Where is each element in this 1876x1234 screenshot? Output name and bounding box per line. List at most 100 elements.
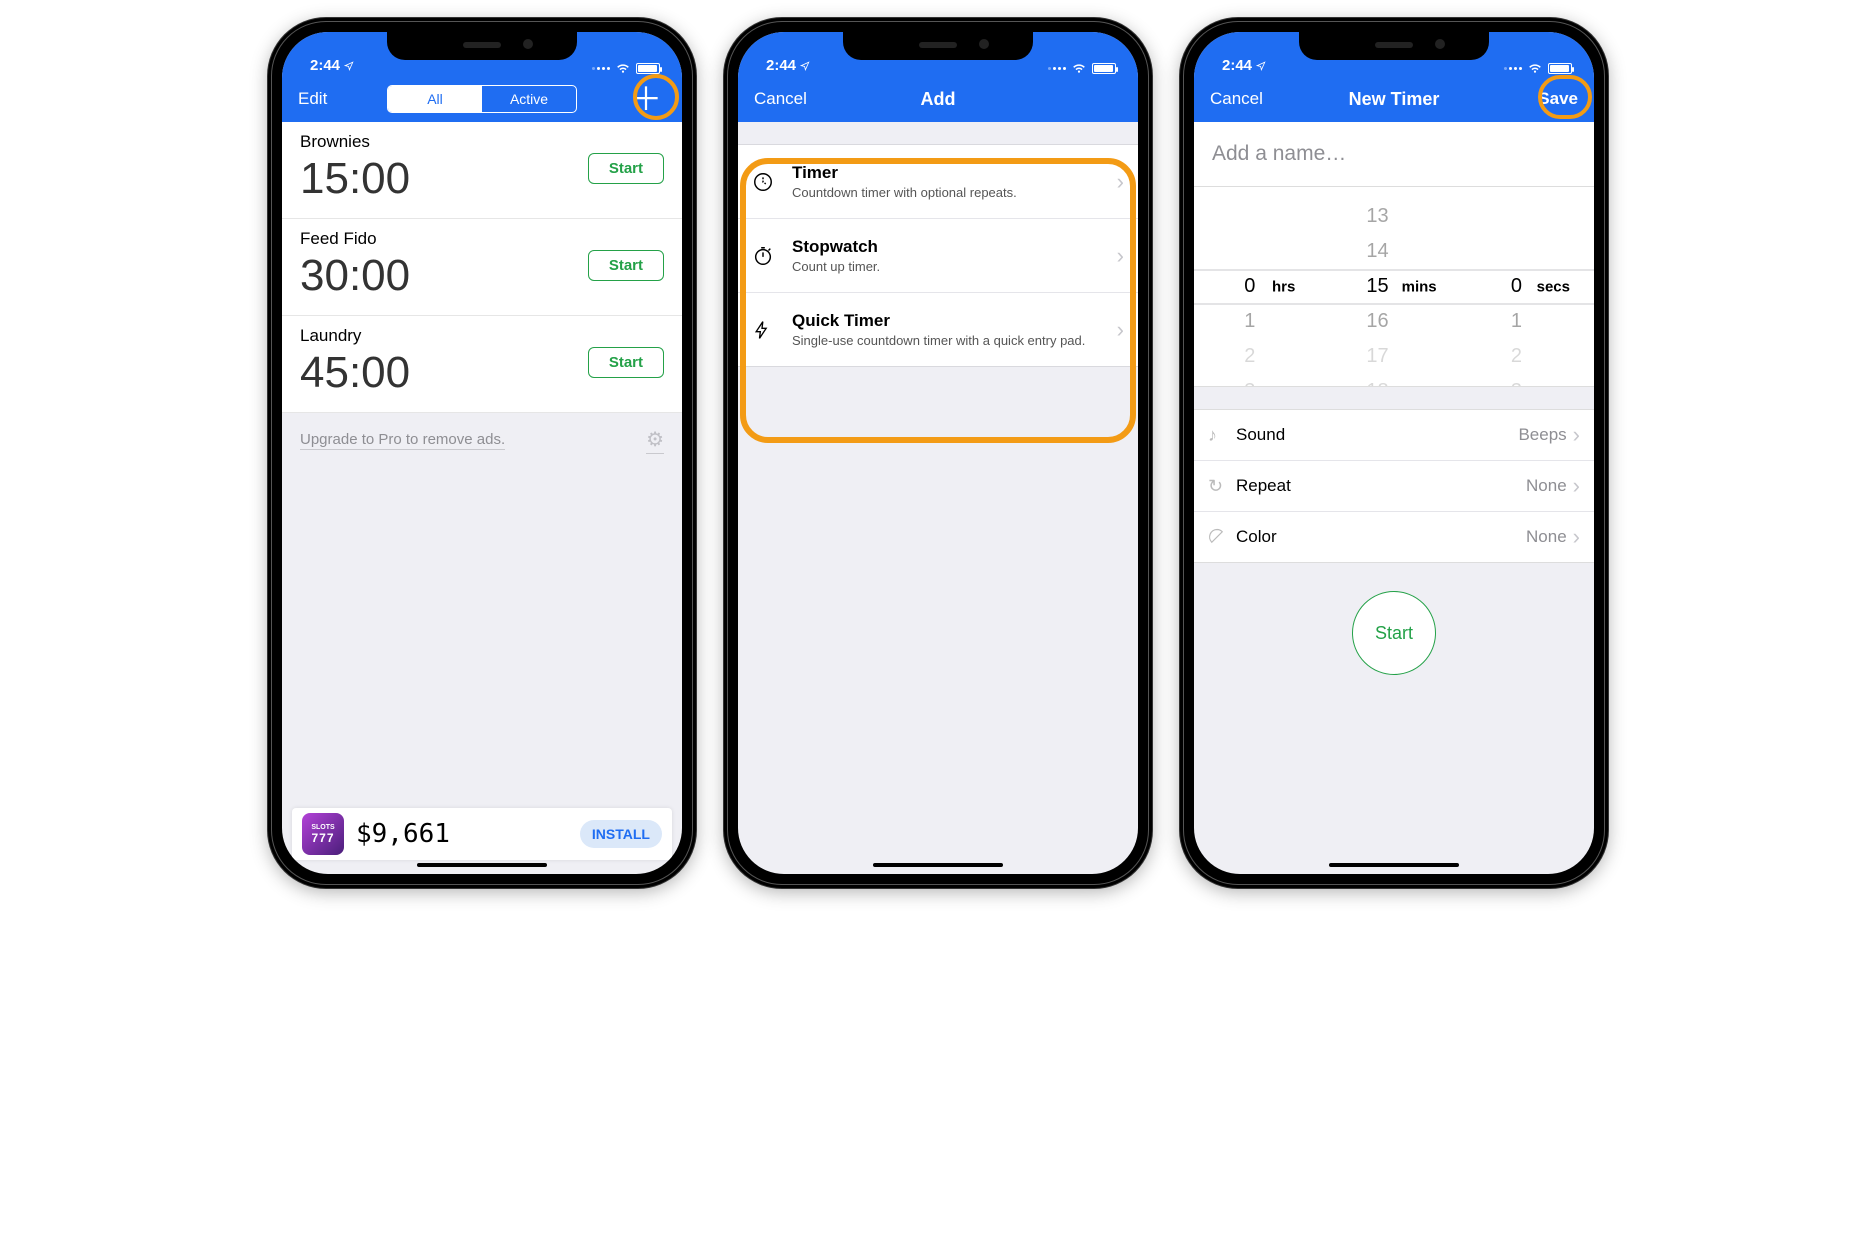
chevron-right-icon: ›	[1117, 169, 1124, 195]
content: Add a name… 0 1 2 3 hrs	[1194, 122, 1594, 675]
notch	[843, 32, 1033, 60]
time-picker[interactable]: 0 1 2 3 hrs 12 13 14 15 16 17	[1194, 187, 1594, 387]
ad-app-icon: SLOTS 777	[302, 813, 344, 855]
add-option-title: Stopwatch	[792, 237, 1103, 257]
add-option-stopwatch[interactable]: Stopwatch Count up timer. ›	[738, 219, 1138, 293]
phone-3: 2:44 Cancel New Timer Save Add a name…	[1180, 18, 1608, 888]
timer-name: Feed Fido	[300, 229, 410, 249]
signal-icon	[592, 67, 610, 70]
phone-2: 2:44 Cancel Add Timer	[724, 18, 1152, 888]
location-icon	[800, 61, 810, 71]
add-option-title: Quick Timer	[792, 311, 1103, 331]
settings-value: None	[1526, 476, 1567, 496]
start-button[interactable]: Start	[588, 153, 664, 184]
cancel-button[interactable]: Cancel	[1208, 85, 1265, 113]
battery-icon	[636, 63, 660, 74]
add-option-quick-timer[interactable]: Quick Timer Single-use countdown timer w…	[738, 293, 1138, 366]
status-time: 2:44	[310, 57, 340, 74]
wifi-icon	[1071, 62, 1087, 74]
add-option-subtitle: Countdown timer with optional repeats.	[792, 185, 1103, 200]
start-circle-button[interactable]: Start	[1352, 591, 1436, 675]
nav-bar: Cancel Add	[738, 76, 1138, 122]
settings-value: Beeps	[1518, 425, 1566, 445]
chevron-right-icon: ›	[1117, 317, 1124, 343]
battery-icon	[1548, 63, 1572, 74]
timer-name: Brownies	[300, 132, 410, 152]
status-time: 2:44	[1222, 57, 1252, 74]
chevron-right-icon: ›	[1573, 524, 1580, 550]
chevron-right-icon: ›	[1573, 422, 1580, 448]
screen-1: 2:44 Edit All Active ＋ Brownies	[282, 32, 682, 874]
bolt-icon	[752, 319, 778, 341]
content: Brownies 15:00 Start Feed Fido 30:00 Sta…	[282, 122, 682, 468]
segment-all[interactable]: All	[388, 86, 482, 112]
signal-icon	[1504, 67, 1522, 70]
settings-label: Sound	[1236, 425, 1518, 445]
repeat-icon: ↻	[1208, 476, 1236, 497]
add-option-timer[interactable]: Timer Countdown timer with optional repe…	[738, 145, 1138, 219]
home-indicator	[873, 863, 1003, 867]
upgrade-row[interactable]: Upgrade to Pro to remove ads. ⚙	[282, 412, 682, 468]
timer-row[interactable]: Brownies 15:00 Start	[282, 122, 682, 219]
start-button[interactable]: Start	[588, 250, 664, 281]
nav-bar: Cancel New Timer Save	[1194, 76, 1594, 122]
chevron-right-icon: ›	[1117, 243, 1124, 269]
content: Timer Countdown timer with optional repe…	[738, 144, 1138, 367]
timer-name: Laundry	[300, 326, 410, 346]
ad-text: $9,661	[356, 819, 568, 849]
add-option-list: Timer Countdown timer with optional repe…	[738, 144, 1138, 367]
battery-icon	[1092, 63, 1116, 74]
picker-secs-label: secs	[1537, 278, 1570, 295]
timer-row[interactable]: Laundry 45:00 Start	[282, 316, 682, 412]
status-time: 2:44	[766, 57, 796, 74]
nav-title: New Timer	[1349, 89, 1440, 110]
sound-icon: ♪	[1208, 425, 1236, 446]
notch	[387, 32, 577, 60]
settings-label: Color	[1236, 527, 1526, 547]
gear-icon[interactable]: ⚙	[646, 427, 664, 454]
ad-install-button[interactable]: INSTALL	[580, 820, 662, 848]
timer-time: 30:00	[300, 251, 410, 301]
screen-2: 2:44 Cancel Add Timer	[738, 32, 1138, 874]
chevron-right-icon: ›	[1573, 473, 1580, 499]
cancel-button[interactable]: Cancel	[752, 85, 809, 113]
settings-repeat[interactable]: ↻ Repeat None ›	[1194, 461, 1594, 512]
upgrade-text: Upgrade to Pro to remove ads.	[300, 431, 505, 450]
color-icon	[1208, 528, 1236, 546]
stopwatch-icon	[752, 245, 778, 267]
timer-row[interactable]: Feed Fido 30:00 Start	[282, 219, 682, 316]
picker-seconds[interactable]: 0 1 2 3 secs	[1461, 187, 1594, 386]
wifi-icon	[615, 62, 631, 74]
picker-hours[interactable]: 0 1 2 3 hrs	[1194, 187, 1327, 386]
start-button[interactable]: Start	[588, 347, 664, 378]
screen-3: 2:44 Cancel New Timer Save Add a name…	[1194, 32, 1594, 874]
nav-title: Add	[921, 89, 956, 110]
segment-active[interactable]: Active	[482, 86, 576, 112]
settings-list: ♪ Sound Beeps › ↻ Repeat None › Color N	[1194, 409, 1594, 563]
save-button[interactable]: Save	[1536, 85, 1580, 113]
add-option-subtitle: Single-use countdown timer with a quick …	[792, 333, 1103, 348]
timer-icon	[752, 171, 778, 193]
ad-banner[interactable]: SLOTS 777 $9,661 INSTALL	[292, 808, 672, 860]
wifi-icon	[1527, 62, 1543, 74]
name-input[interactable]: Add a name…	[1194, 122, 1594, 187]
notch	[1299, 32, 1489, 60]
picker-minutes[interactable]: 12 13 14 15 16 17 18 mins	[1327, 187, 1460, 386]
home-indicator	[1329, 863, 1459, 867]
picker-hrs-label: hrs	[1272, 278, 1295, 295]
segment-control[interactable]: All Active	[387, 85, 577, 113]
phone-1: 2:44 Edit All Active ＋ Brownies	[268, 18, 696, 888]
home-indicator	[417, 863, 547, 867]
settings-value: None	[1526, 527, 1567, 547]
settings-sound[interactable]: ♪ Sound Beeps ›	[1194, 410, 1594, 461]
settings-color[interactable]: Color None ›	[1194, 512, 1594, 562]
nav-bar: Edit All Active ＋	[282, 76, 682, 122]
location-icon	[1256, 61, 1266, 71]
timer-time: 15:00	[300, 154, 410, 204]
edit-button[interactable]: Edit	[296, 85, 329, 113]
add-button[interactable]: ＋	[624, 83, 668, 115]
settings-label: Repeat	[1236, 476, 1526, 496]
add-option-title: Timer	[792, 163, 1103, 183]
timer-list: Brownies 15:00 Start Feed Fido 30:00 Sta…	[282, 122, 682, 412]
name-placeholder: Add a name…	[1212, 142, 1346, 165]
